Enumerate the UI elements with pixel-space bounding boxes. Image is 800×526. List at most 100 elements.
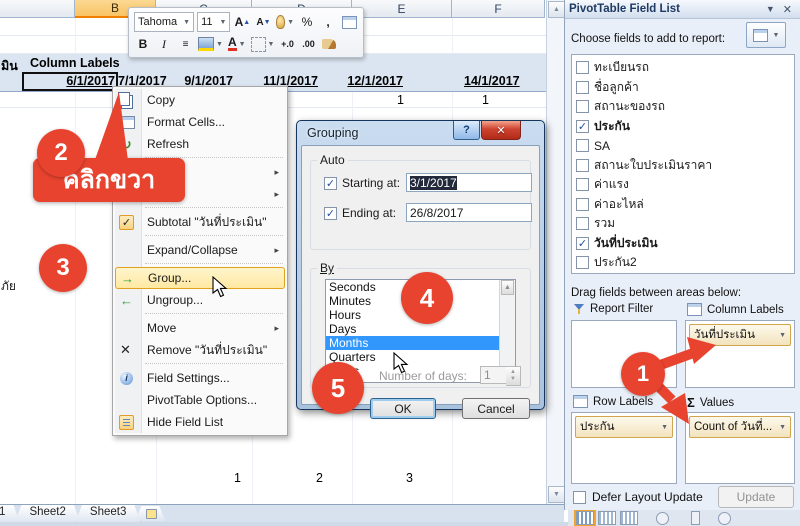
number-of-days-input[interactable]: 1 [480,366,507,384]
field-row-7[interactable]: ค่าแรง [574,175,792,195]
field-checkbox[interactable] [576,178,589,192]
field-checkbox[interactable]: ✓ [576,236,589,250]
menu-item-refresh[interactable]: ↻ Refresh [115,133,285,155]
borders-button[interactable]: ▼ [250,35,276,53]
column-labels-area[interactable]: วันที่ประเมิน ▼ [685,320,795,388]
insert-worksheet-icon[interactable] [135,506,166,521]
menu-item-field-settings[interactable]: i Field Settings... [115,367,285,389]
defer-layout-update-checkbox[interactable] [573,490,586,504]
ok-button[interactable]: OK [370,398,436,419]
bold-button[interactable]: B [134,35,152,53]
panel-menu-icon[interactable]: ▼ [762,4,779,14]
font-size-select[interactable]: 11 ▼ [197,12,231,32]
field-pill-values[interactable]: Count of วันที่... ▼ [689,416,791,438]
menu-item-hide-field-list[interactable]: Hide Field List [115,411,285,433]
page-layout-view-icon[interactable] [598,511,616,525]
drag-fields-label: Drag fields between areas below: [571,287,742,299]
sheet-tab-sheet2[interactable]: Sheet2 [14,505,80,523]
center-align-button[interactable]: ≡ [176,35,194,53]
close-button[interactable]: ✕ [481,121,521,140]
ending-at-checkbox[interactable]: ✓ [324,206,337,220]
page-break-view-icon[interactable] [620,511,638,525]
row-labels-area[interactable]: ประกัน ▼ [571,412,677,484]
field-list-layout-button[interactable]: ▼ [746,22,786,48]
field-checkbox[interactable] [576,100,589,114]
by-option-days[interactable]: Days [326,322,515,336]
field-pill-row-labels[interactable]: ประกัน ▼ [575,416,673,438]
font-color-button[interactable]: A ▼ [227,35,247,53]
field-row-5[interactable]: SA [574,136,792,156]
update-button[interactable]: Update [718,486,794,508]
field-checkbox[interactable]: ✓ [576,119,589,133]
number-of-days-spinner[interactable]: ▲ ▼ [506,366,521,386]
date-cell-6[interactable]: 14/1/2017 [406,72,545,91]
comma-style-button[interactable]: , [319,13,337,31]
grow-font-button[interactable]: A ▲ [233,13,251,31]
column-header-E[interactable]: E [352,0,452,18]
table-format-button[interactable] [340,13,358,31]
field-checkbox[interactable] [576,139,589,153]
field-row-9[interactable]: รวม [574,214,792,234]
field-checkbox[interactable] [576,158,589,172]
menu-item-group[interactable]: → Group... [115,267,285,289]
field-checkbox[interactable] [576,80,589,94]
menu-item-move[interactable]: Move ▸ [115,317,285,339]
ending-at-input[interactable]: 26/8/2017 [406,203,532,222]
fill-color-button[interactable]: ▼ [197,35,224,53]
increase-decimal-button[interactable]: +.0 [278,35,296,53]
field-row-4[interactable]: ✓ ประกัน [574,117,792,137]
starting-at-input[interactable]: 3/1/2017 [406,173,532,192]
field-row-2[interactable]: ชื่อลูกค้า [574,78,792,98]
sheet-tab-sheet3[interactable]: Sheet3 [75,505,141,523]
by-option-quarters[interactable]: Quarters [326,350,515,364]
menu-item-format-cells[interactable]: Format Cells... [115,111,285,133]
menu-item-ungroup[interactable]: ← Ungroup... [115,289,285,311]
scroll-down-icon[interactable]: ▼ [548,486,565,503]
zoom-in-icon[interactable] [718,511,731,525]
normal-view-icon[interactable] [574,509,596,526]
by-option-months[interactable]: Months [326,336,515,350]
font-name-select[interactable]: Tahoma ▼ [134,12,195,32]
menu-item-pivottable-options[interactable]: PivotTable Options... [115,389,285,411]
menu-item-remove[interactable]: ✕ Remove "วันที่ประเมิน" [115,339,285,361]
percent-style-button[interactable]: % [298,13,316,31]
field-row-1[interactable]: ทะเบียนรถ [574,58,792,78]
italic-button[interactable]: I [155,35,173,53]
menu-item-label: Copy [147,93,176,107]
shrink-font-button[interactable]: A ▼ [254,13,272,31]
menu-item-copy[interactable]: Copy [115,89,285,111]
date-cell-5[interactable]: 12/1/2017 [321,72,406,91]
mini-toolbar: Tahoma ▼ 11 ▼ A ▲ A ▼ ▼ % , B I ≡ ▼ A ▼ ▼ +.0… [128,7,364,58]
accounting-format-button[interactable]: ▼ [275,13,295,31]
column-header-F[interactable]: F [452,0,545,18]
values-area[interactable]: Count of วันที่... ▼ [685,412,795,484]
field-checkbox[interactable] [576,256,589,270]
field-row-11[interactable]: ประกัน2 [574,253,792,273]
menu-item-expand-collapse[interactable]: Expand/Collapse ▸ [115,239,285,261]
field-checkbox[interactable] [576,61,589,75]
decrease-decimal-button[interactable]: .00 [299,35,317,53]
zoom-out-icon[interactable] [656,511,669,525]
field-pill-column-labels[interactable]: วันที่ประเมิน ▼ [689,324,791,346]
starting-at-checkbox[interactable]: ✓ [324,176,337,190]
menu-item-subtotal[interactable]: ✓ Subtotal "วันที่ประเมิน" [115,211,285,233]
cancel-button[interactable]: Cancel [462,398,530,419]
field-row-8[interactable]: ค่าอะไหล่ [574,195,792,215]
menu-item-label: Field Settings... [147,371,230,385]
format-painter-button[interactable] [320,35,338,53]
field-row-10[interactable]: ✓ วันที่ประเมิน [574,234,792,254]
help-button[interactable]: ? [453,121,480,140]
layout-icon [752,28,768,42]
column-header-partial[interactable] [0,0,75,18]
field-checkbox[interactable] [576,197,589,211]
step-badge-5: 5 [312,362,364,414]
date-cell-1[interactable]: 6/1/2017 [22,72,119,91]
scroll-up-icon[interactable]: ▲ [501,280,514,295]
field-row-3[interactable]: สถานะของรถ [574,97,792,117]
field-row-6[interactable]: สถานะใบประเมินราคา [574,156,792,176]
zoom-slider-handle[interactable] [691,511,700,525]
sheet-vertical-scrollbar[interactable]: ▲ ▼ [546,0,565,504]
field-checkbox[interactable] [576,217,589,231]
panel-close-icon[interactable]: ✕ [779,3,796,16]
scroll-up-icon[interactable]: ▲ [548,1,565,18]
